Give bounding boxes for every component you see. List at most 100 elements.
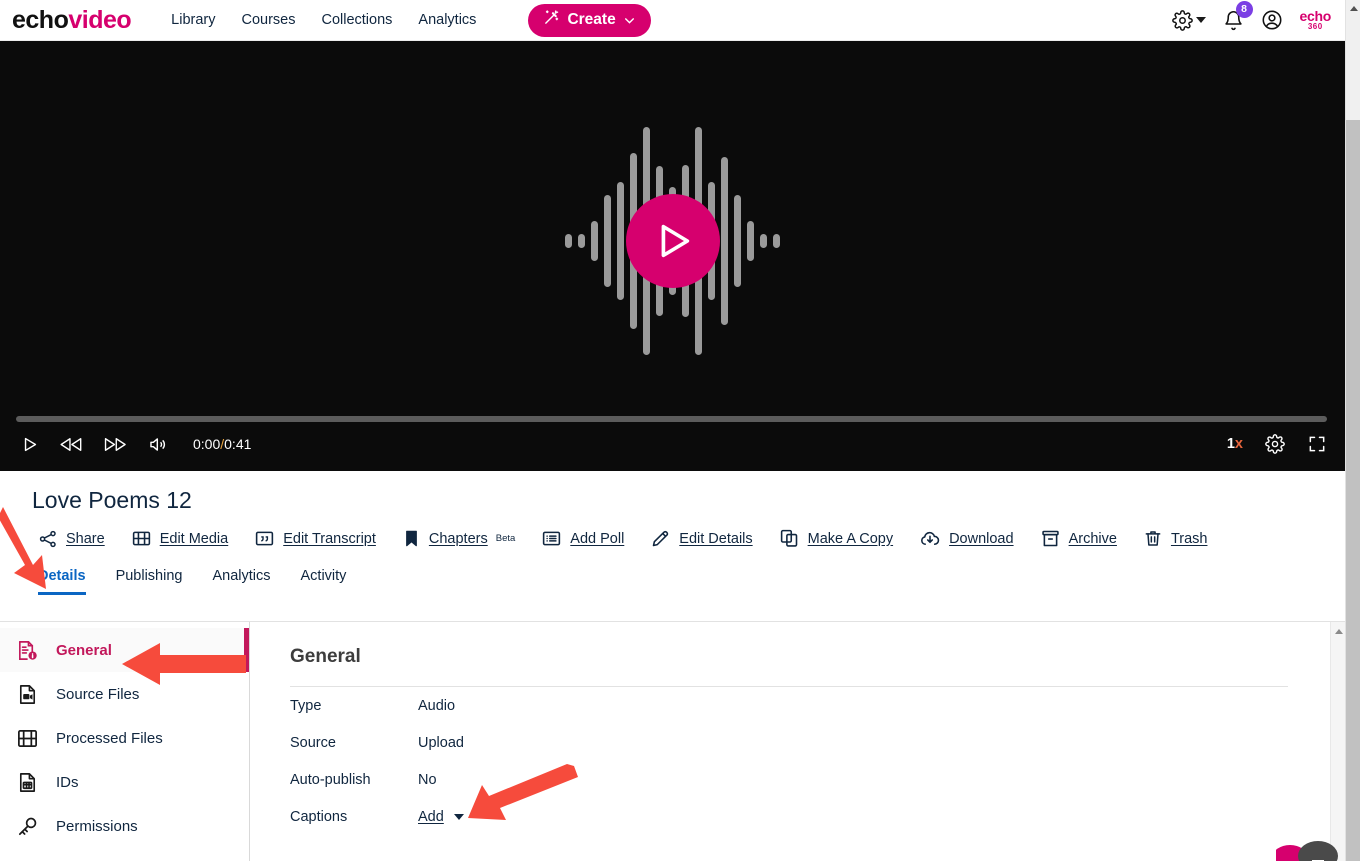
document-info-icon	[14, 639, 40, 662]
archive-action[interactable]: Archive	[1040, 528, 1117, 549]
nav-right-cluster: 8 echo 360	[1171, 0, 1332, 31]
nav-link-courses[interactable]: Courses	[241, 12, 295, 28]
account-button[interactable]	[1261, 9, 1283, 31]
trash-icon	[1145, 531, 1161, 546]
sidebar-item-ids-label: IDs	[56, 773, 79, 791]
waveform-bar	[760, 234, 767, 248]
add-poll-action[interactable]: Add Poll	[541, 528, 624, 549]
tab-analytics[interactable]: Analytics	[212, 568, 270, 595]
download-action[interactable]: Download	[919, 528, 1014, 549]
media-action-toolbar: Share Edit Media Edit Transcript Chapter…	[38, 528, 1345, 549]
player-settings-button[interactable]	[1265, 434, 1285, 454]
notifications-button[interactable]: 8	[1223, 0, 1253, 31]
page-scroll-up-arrow[interactable]	[1346, 0, 1360, 16]
film-strip-icon	[132, 531, 150, 546]
share-action[interactable]: Share	[38, 529, 105, 549]
waveform-bar	[578, 234, 585, 248]
page-scrollbar[interactable]	[1345, 0, 1360, 861]
play-overlay-button[interactable]	[625, 194, 720, 288]
film-frames-icon	[14, 727, 40, 750]
detail-scroll-up-arrow[interactable]	[1331, 624, 1345, 638]
tab-publishing[interactable]: Publishing	[116, 568, 183, 595]
media-player: 0:00/0:41 1x	[0, 41, 1345, 471]
detail-panel-scrollbar[interactable]	[1330, 622, 1345, 861]
primary-nav-links: Library Courses Collections Analytics Cr…	[171, 3, 651, 37]
archive-action-label: Archive	[1068, 530, 1117, 547]
waveform-bar	[773, 234, 780, 248]
user-circle-icon	[1262, 10, 1282, 30]
edit-media-action[interactable]: Edit Media	[131, 528, 228, 549]
fast-forward-button[interactable]	[104, 435, 127, 454]
create-button[interactable]: Create	[528, 3, 651, 37]
chapters-action[interactable]: Chapters Beta	[402, 528, 515, 549]
sidebar-item-processed-files-label: Processed Files	[56, 729, 163, 747]
sidebar-item-general-label: General	[56, 641, 112, 659]
player-stage[interactable]	[0, 41, 1345, 441]
captions-add-link[interactable]: Add	[418, 809, 444, 825]
tab-details[interactable]: Details	[38, 568, 86, 595]
notification-count-badge: 8	[1235, 0, 1253, 18]
fast-forward-icon	[104, 437, 126, 451]
bookmark-icon	[406, 530, 417, 547]
waveform-bar	[604, 195, 611, 287]
speed-value: 1	[1226, 436, 1235, 452]
detail-row-type: Type Audio	[290, 687, 1345, 724]
detail-row-type-key: Type	[290, 697, 322, 714]
copy-icon	[780, 529, 797, 547]
list-icon	[543, 531, 561, 546]
caret-down-icon	[1195, 17, 1206, 23]
waveform-bar	[747, 221, 754, 261]
page-scroll-thumb[interactable]	[1346, 120, 1360, 861]
volume-icon	[150, 437, 166, 451]
waveform-bar	[591, 221, 598, 261]
make-a-copy-action[interactable]: Make A Copy	[779, 528, 893, 549]
support-chat-widget[interactable]	[1272, 830, 1342, 861]
settings-menu-button[interactable]	[1171, 9, 1206, 31]
detail-row-auto-publish: Auto-publish No	[290, 761, 1345, 798]
speed-unit: x	[1234, 436, 1243, 452]
trash-action[interactable]: Trash	[1143, 528, 1208, 549]
share-nodes-icon	[39, 530, 56, 547]
player-controls: 0:00/0:41 1x	[0, 417, 1345, 471]
trash-action-label: Trash	[1170, 530, 1208, 547]
nav-link-library[interactable]: Library	[171, 12, 215, 28]
sidebar-item-permissions[interactable]: Permissions	[0, 804, 249, 848]
sidebar-item-permissions-label: Permissions	[56, 817, 138, 835]
sidebar-item-ids[interactable]: IDs	[0, 760, 249, 804]
gear-icon	[1265, 434, 1285, 454]
edit-details-action-label: Edit Details	[679, 530, 753, 547]
detail-panel-heading: General	[290, 646, 361, 667]
echo360-logo[interactable]: echo 360	[1300, 9, 1332, 31]
waveform-bar	[721, 157, 728, 325]
echovideo-app: echovideo Library Courses Collections An…	[0, 0, 1360, 861]
pencil-icon	[653, 530, 669, 547]
volume-button[interactable]	[148, 435, 169, 454]
detail-row-source: Source Upload	[290, 724, 1345, 761]
fullscreen-button[interactable]	[1307, 434, 1327, 454]
edit-details-action[interactable]: Edit Details	[650, 528, 753, 549]
video-file-icon	[14, 683, 40, 706]
sidebar-item-source-files[interactable]: Source Files	[0, 672, 249, 716]
nav-link-collections[interactable]: Collections	[321, 12, 392, 28]
edit-transcript-action[interactable]: Edit Transcript	[254, 528, 376, 549]
play-button[interactable]	[20, 435, 39, 454]
tab-activity[interactable]: Activity	[301, 568, 347, 595]
page-title: Love Poems 12	[32, 487, 192, 513]
waveform-bar	[565, 234, 572, 248]
sidebar-item-processed-files[interactable]: Processed Files	[0, 716, 249, 760]
detail-row-source-value: Upload	[418, 734, 464, 751]
nav-link-analytics[interactable]: Analytics	[418, 12, 476, 28]
echovideo-logo[interactable]: echovideo	[12, 5, 132, 35]
rewind-button[interactable]	[60, 435, 83, 454]
logo-video-text: video	[68, 5, 132, 34]
detail-row-captions-value: Add	[418, 809, 464, 825]
download-action-label: Download	[949, 530, 1014, 547]
player-time-display: 0:00/0:41	[193, 436, 251, 452]
captions-chevron-down-icon[interactable]	[453, 813, 464, 820]
duration-time: 0:41	[224, 436, 252, 452]
sidebar-item-general[interactable]: General	[0, 628, 249, 672]
playback-speed-button[interactable]: 1x	[1227, 436, 1243, 452]
logo-echo-text: echo	[12, 5, 69, 34]
quote-icon	[256, 531, 274, 546]
media-meta-section: Love Poems 12 Share Edit Media Edit Tran…	[0, 471, 1345, 595]
